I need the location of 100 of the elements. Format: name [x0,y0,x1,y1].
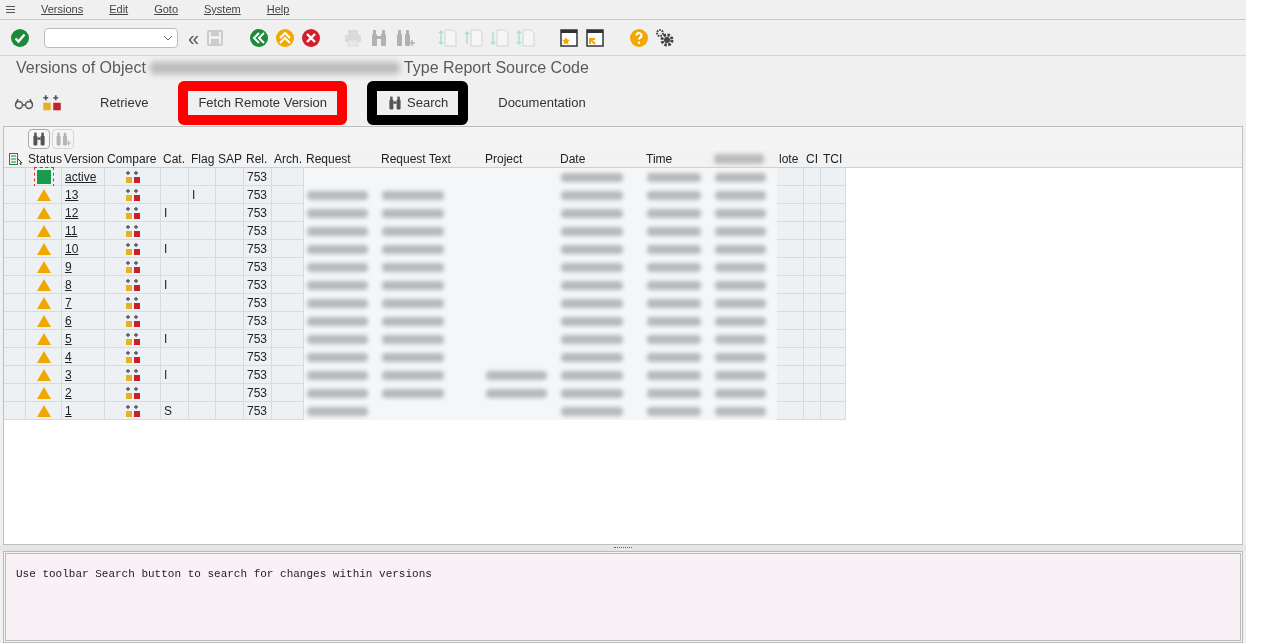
column-header[interactable]: Time [646,150,673,168]
blurred-text [647,190,701,200]
column-header[interactable]: TCI [823,150,843,168]
compare-icon[interactable] [124,295,141,310]
compare-icon[interactable] [124,403,141,418]
menu-item[interactable]: Edit [109,1,129,18]
version-link[interactable]: 5 [65,329,72,348]
blurred-text [382,244,444,254]
menu-icon[interactable] [6,6,15,13]
column-header[interactable]: Status [28,150,63,168]
cancel-icon[interactable] [301,27,322,48]
column-header[interactable]: Version [64,150,105,168]
find-button[interactable] [28,129,50,149]
column-header[interactable]: Flag [191,150,215,168]
settings-icon[interactable] [655,27,676,48]
table-cell [821,222,846,240]
table-cell [216,312,244,330]
version-link[interactable]: 4 [65,347,72,366]
compare-icon[interactable] [124,223,141,238]
compare-icon[interactable] [124,259,141,274]
version-link[interactable]: 8 [65,275,72,294]
blurred-text [382,226,444,236]
compare-icon[interactable] [124,349,141,364]
menu-item[interactable]: System [204,1,241,18]
column-header[interactable]: CI [806,150,818,168]
column-header[interactable]: Project [485,150,523,168]
warning-icon [36,206,51,219]
blurred-text [647,208,701,218]
blurred-text [307,352,368,362]
compare-icon[interactable] [124,277,141,292]
command-field[interactable] [44,27,178,48]
blurred-text [307,190,368,200]
version-link[interactable]: 7 [65,293,72,312]
column-header[interactable]: Cat. [163,150,185,168]
compare-icon[interactable] [124,205,141,220]
column-header[interactable]: Request [306,150,351,168]
menu-item[interactable]: Goto [154,1,179,18]
compare-icon[interactable] [124,187,141,202]
blurred-text [307,370,368,380]
blurred-text [715,280,766,290]
column-header[interactable]: SAP [218,150,242,168]
history-button[interactable]: « [188,27,200,48]
toolbar-button[interactable]: Search [367,81,469,125]
table-cell [216,186,244,204]
blurred-text [307,316,368,326]
column-header[interactable]: Request Text [381,150,451,168]
compare-icon[interactable] [124,331,141,346]
blurred-text [647,172,701,182]
table-cell: 753 [244,276,272,294]
version-link[interactable]: 9 [65,257,72,276]
blurred-text [561,280,623,290]
table-cell [804,276,821,294]
version-link[interactable]: 3 [65,365,72,384]
compare-icon[interactable] [124,241,141,256]
table-cell [189,204,216,222]
column-header[interactable]: Compare [107,150,157,168]
toolbar-button[interactable]: Fetch Remote Version [178,81,348,125]
blurred-text [561,262,623,272]
column-header[interactable]: Rel. [246,150,268,168]
blurred-text [647,244,701,254]
version-link[interactable]: 1 [65,401,72,420]
version-link[interactable]: 2 [65,383,72,402]
blurred-text [647,280,701,290]
compare-icon[interactable] [124,367,141,382]
column-header[interactable]: Date [560,150,586,168]
table-cell [189,222,216,240]
blurred-text [382,388,444,398]
enter-icon[interactable] [10,27,30,48]
menu-item[interactable]: Versions [41,1,84,18]
blurred-text [647,352,701,362]
blurred-text [561,172,623,182]
table-cell [189,402,216,420]
blurred-text [382,298,444,308]
message-text: Use toolbar Search button to search for changes within versions [16,568,432,580]
blurred-text [561,244,623,254]
blurred-text [647,262,701,272]
column-header[interactable]: lote [779,150,799,168]
compare-button[interactable] [42,94,62,112]
table-cell: I [161,276,189,294]
table-cell [216,204,244,222]
compare-icon[interactable] [124,313,141,328]
blurred-text [715,226,766,236]
compare-icon[interactable] [124,385,141,400]
splitter-handle[interactable] [614,547,632,549]
blurred-text [647,388,701,398]
table-cell: I [161,204,189,222]
table-cell [804,294,821,312]
blurred-text [561,388,623,398]
version-link[interactable]: 6 [65,311,72,330]
blurred-text [715,370,766,380]
table-cell: S [161,402,189,420]
compare-icon[interactable] [124,169,141,184]
chevron-down-icon[interactable] [163,34,173,41]
menu-item[interactable]: Help [266,1,290,18]
table-cell [821,348,846,366]
table-cell [804,222,821,240]
glasses-button[interactable] [14,96,34,110]
table-cell: 753 [244,384,272,402]
table-cell [804,384,821,402]
column-header[interactable]: Arch. [274,150,302,168]
